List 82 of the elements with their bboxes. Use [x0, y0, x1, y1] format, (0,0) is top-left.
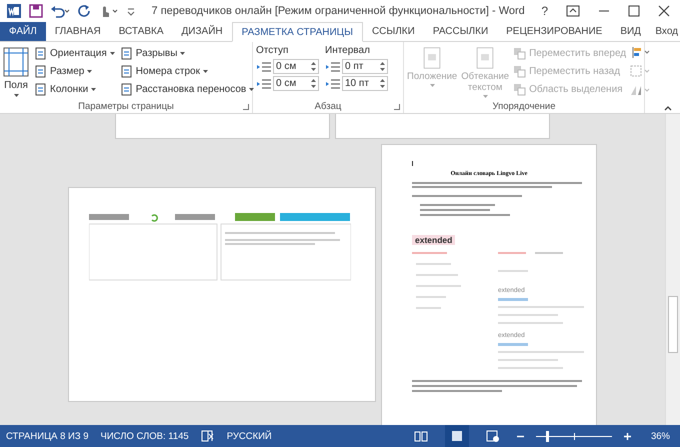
proofing-icon[interactable] [200, 430, 215, 442]
spinner-arrows-icon[interactable] [380, 62, 385, 71]
caret-icon [91, 88, 96, 90]
group-label: Абзац [314, 101, 342, 112]
close-icon[interactable] [658, 5, 670, 17]
page-icon [120, 64, 133, 78]
spinner-arrows-icon[interactable] [380, 79, 385, 88]
ribbon-tab[interactable]: РАССЫЛКИ [424, 22, 498, 41]
word-count[interactable]: ЧИСЛО СЛОВ: 1145 [100, 430, 189, 442]
book-icon [414, 430, 428, 442]
spin-field[interactable]: 10 пт [342, 76, 388, 91]
text-cursor [412, 161, 413, 166]
spin-field[interactable]: 0 см [273, 59, 319, 74]
redo-icon[interactable] [77, 4, 91, 18]
indent-icon [256, 78, 272, 90]
spinner-arrows-icon[interactable] [311, 62, 316, 71]
ribbon-dropdown-button[interactable]: Номера строк [120, 64, 254, 78]
ribbon-tab[interactable]: ВИД [611, 22, 650, 41]
page-count[interactable]: СТРАНИЦА 8 ИЗ 9 [6, 430, 88, 442]
ribbon-tab[interactable]: ДИЗАЙН [172, 22, 232, 41]
indent-icon [325, 78, 341, 90]
indent-icon [256, 60, 272, 72]
ribbon-dropdown-button[interactable]: Ориентация [34, 46, 115, 60]
field-heading: Отступ [256, 45, 290, 57]
margins-button[interactable]: Поля [3, 45, 29, 100]
ribbon-dropdown-button[interactable]: Колонки [34, 82, 115, 96]
page-icon [34, 82, 47, 96]
ribbon-tab[interactable]: ВСТАВКА [110, 22, 173, 41]
ribbon-tab[interactable]: РАЗМЕТКА СТРАНИЦЫ [232, 22, 363, 42]
page-icon [120, 82, 133, 96]
caret-icon [180, 52, 186, 54]
caret-icon [430, 84, 435, 87]
indent-icon [325, 60, 341, 72]
window-title: 7 переводчиков онлайн [Режим ограниченной функциональности] - Word [150, 5, 526, 17]
caret-icon [110, 52, 115, 54]
help-button[interactable]: ? [541, 4, 548, 18]
ribbon-tab[interactable]: ФАЙЛ [0, 22, 46, 41]
customize-icon[interactable] [127, 6, 135, 16]
highlighted-word: extended [412, 235, 456, 245]
zoom-level[interactable]: 36% [650, 430, 670, 442]
caret-icon [14, 94, 18, 97]
spin-field[interactable]: 0 пт [342, 59, 388, 74]
layers-icon [513, 64, 526, 78]
ribbon-display-icon[interactable] [566, 5, 580, 17]
caret-icon [482, 95, 488, 98]
group-label: Параметры страницы [78, 101, 174, 112]
group-label: Упорядочение [492, 101, 556, 112]
layers-icon [513, 46, 526, 60]
save-icon[interactable] [29, 4, 43, 18]
spinner-arrows-icon[interactable] [311, 79, 316, 88]
globe-page-icon [486, 430, 500, 442]
caret-icon [249, 88, 254, 90]
page-icon [120, 46, 133, 60]
view-button[interactable] [444, 425, 469, 447]
ribbon-dropdown-button[interactable]: Размер [34, 64, 115, 78]
language-indicator[interactable]: РУССКИЙ [226, 430, 272, 442]
collapse-ribbon-icon[interactable] [664, 106, 672, 111]
caret-icon [202, 70, 208, 72]
page-icon [34, 64, 47, 78]
caret-icon [87, 70, 92, 72]
slider-thumb[interactable] [546, 430, 550, 442]
maximize-icon[interactable] [628, 5, 640, 17]
field-heading: Интервал [325, 45, 371, 57]
word-logo-icon [6, 3, 22, 19]
dialog-launcher-icon[interactable] [394, 104, 400, 110]
page-icon [423, 47, 442, 69]
ribbon-tab[interactable]: ССЫЛКИ [362, 22, 424, 41]
sign-in-link[interactable]: Вход [655, 22, 680, 41]
dialog-launcher-icon[interactable] [243, 104, 249, 110]
page-icon [34, 46, 47, 60]
spin-field[interactable]: 0 см [273, 76, 319, 91]
zoom-in-icon[interactable] [624, 432, 631, 440]
ribbon-tab[interactable]: ГЛАВНАЯ [46, 22, 110, 41]
layers-icon [513, 82, 526, 96]
vertical-scrollbar[interactable] [665, 114, 680, 425]
margins-icon [3, 47, 29, 77]
ribbon-dropdown-button[interactable]: Расстановка переносов [120, 82, 254, 96]
ribbon-dropdown-button[interactable]: Разрывы [120, 46, 254, 60]
page-icon [476, 47, 494, 69]
page-icon [450, 430, 464, 442]
undo-icon[interactable] [50, 4, 70, 18]
ribbon-tab[interactable]: РЕЦЕНЗИРОВАНИЕ [497, 22, 612, 41]
